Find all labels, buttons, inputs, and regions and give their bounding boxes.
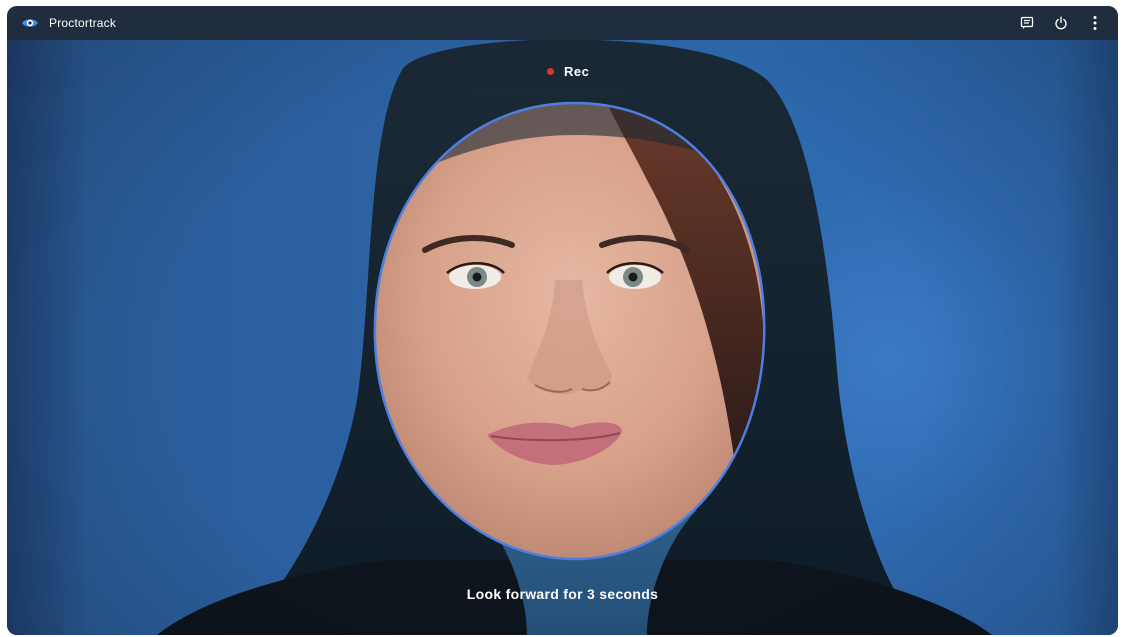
- proctortrack-window: Proctortrack Rec Look forward for 3 seco…: [7, 6, 1118, 635]
- instruction-text: Look forward for 3 seconds: [466, 586, 659, 602]
- person-illustration: [157, 40, 992, 635]
- title-bar: Proctortrack: [7, 6, 1118, 40]
- chat-icon[interactable]: [1018, 14, 1036, 32]
- proctortrack-eye-logo-icon: [21, 14, 39, 32]
- webcam-feed: Rec Look forward for 3 seconds: [7, 40, 1118, 635]
- recording-indicator: Rec: [547, 64, 589, 79]
- recording-dot-icon: [547, 68, 554, 75]
- power-icon[interactable]: [1052, 14, 1070, 32]
- title-bar-actions: [1018, 14, 1106, 32]
- more-vertical-icon[interactable]: [1086, 14, 1104, 32]
- app-title: Proctortrack: [49, 16, 117, 30]
- recording-label: Rec: [564, 64, 590, 79]
